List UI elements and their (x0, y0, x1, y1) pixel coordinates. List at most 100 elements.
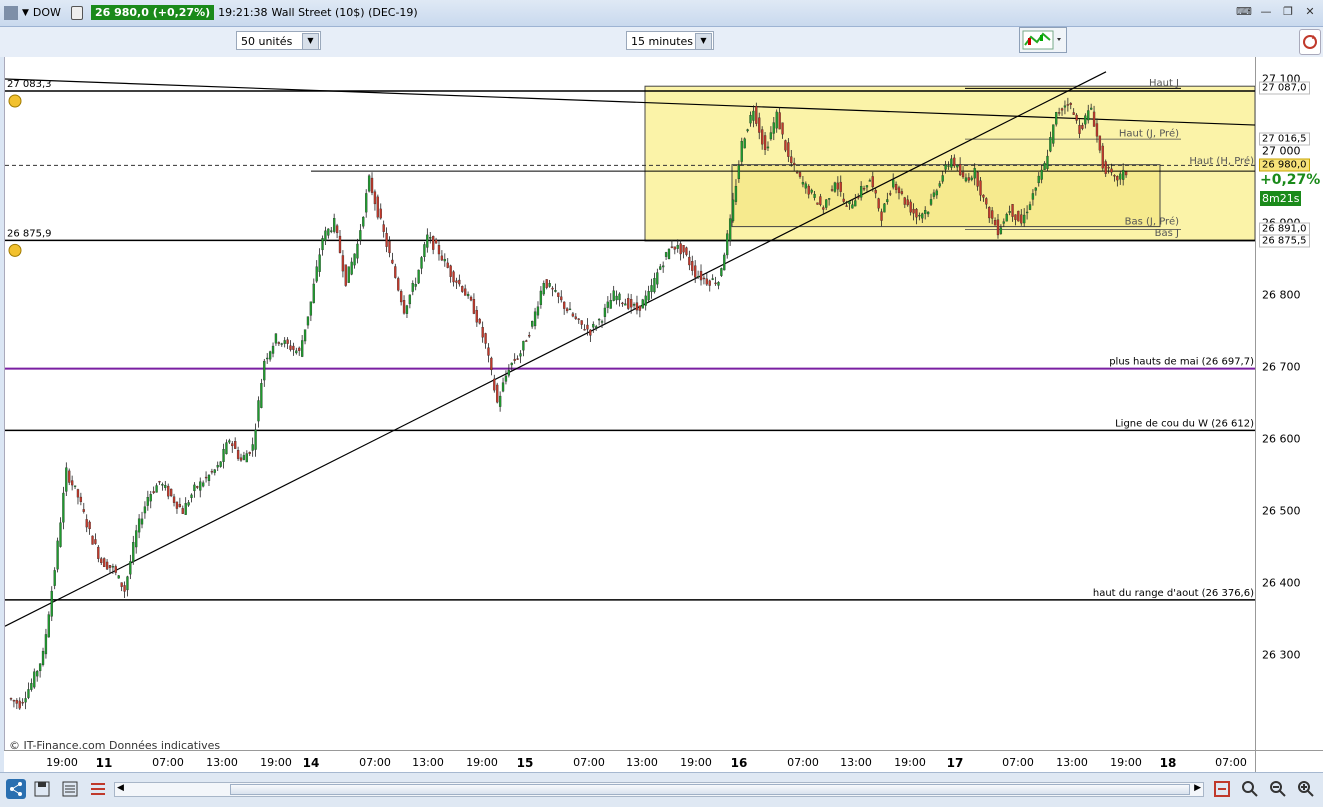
zoom-fit-icon[interactable] (1240, 779, 1260, 799)
candle (726, 233, 729, 256)
bars-icon[interactable] (60, 779, 80, 799)
candle (103, 558, 106, 568)
candle (452, 271, 455, 283)
candle (295, 350, 298, 354)
candle (699, 270, 703, 281)
x-day-label: 16 (730, 756, 748, 770)
candle (234, 441, 237, 449)
x-tick-label: 19:00 (466, 756, 498, 769)
share-icon[interactable] (6, 779, 26, 799)
candle (204, 476, 208, 479)
candle (961, 172, 965, 178)
units-select[interactable]: 50 unités ▼ (236, 31, 321, 50)
drawing-tools-button[interactable] (1019, 27, 1067, 53)
candle (871, 176, 874, 188)
candle (557, 292, 560, 297)
price-chart[interactable]: 27 083,326 875,9plus hauts de mai (26 69… (5, 57, 1256, 750)
symbol-label[interactable]: DOW (33, 6, 61, 19)
candle (731, 199, 735, 222)
keyboard-icon[interactable]: ⌨ (1235, 4, 1253, 20)
candle (36, 670, 39, 677)
candle (1110, 168, 1113, 173)
candle (370, 177, 374, 193)
candle (956, 165, 959, 168)
chevron-down-icon[interactable]: ▼ (302, 33, 319, 50)
candle (801, 182, 805, 185)
candle (123, 585, 126, 592)
candle (367, 175, 371, 192)
candle (65, 467, 68, 492)
time-scrollbar[interactable]: ◀ ▶ (114, 782, 1204, 797)
candle (478, 318, 481, 324)
drawing-list-icon[interactable] (88, 779, 108, 799)
grid-icon[interactable] (4, 5, 18, 20)
price-label: 26 875,5 (1259, 234, 1310, 248)
candle (507, 370, 511, 376)
scroll-thumb[interactable] (230, 784, 1190, 795)
candle (231, 443, 234, 447)
candle (132, 542, 135, 562)
candle (33, 671, 36, 688)
zoom-in-icon[interactable] (1296, 779, 1316, 799)
candle (41, 650, 45, 665)
chevron-right-icon[interactable]: ▶ (1194, 783, 1201, 793)
chart-area[interactable]: 27 083,3 26 875,9 plus hauts de mai (26 69… (4, 57, 1256, 750)
candle (120, 582, 123, 587)
x-day-label: 15 (516, 756, 534, 770)
y-tick-label: 26 800 (1262, 288, 1301, 302)
candle (894, 184, 898, 190)
candle (926, 211, 930, 215)
candle (953, 157, 956, 167)
save-icon[interactable] (32, 779, 52, 799)
time-axis[interactable]: 19:00 11 07:00 13:00 19:00 14 07:00 13:00 19:00 1… (4, 750, 1255, 773)
refresh-button[interactable] (1299, 29, 1321, 55)
lock-icon[interactable] (70, 5, 83, 20)
price-axis[interactable]: 27 10027 00026 90026 80026 70026 60026 5… (1255, 57, 1323, 750)
candle (790, 156, 793, 164)
zone-label: Haut (J, Pré) (1119, 128, 1179, 140)
zoom-out-icon[interactable] (1268, 779, 1288, 799)
candle-countdown: 8m21s (1260, 191, 1302, 207)
candle (18, 700, 21, 709)
candle (723, 254, 726, 271)
candle (696, 276, 700, 278)
candle (254, 429, 257, 450)
close-icon[interactable]: ✕ (1301, 4, 1319, 20)
candle (862, 188, 866, 190)
chevron-left-icon[interactable]: ◀ (117, 783, 124, 793)
candle (531, 321, 534, 327)
candle (734, 186, 738, 202)
candle (536, 306, 540, 316)
candle (793, 162, 796, 165)
candle (175, 501, 179, 509)
chevron-down-icon[interactable]: ▼ (695, 33, 712, 50)
candle (472, 299, 476, 314)
dropdown-caret-icon[interactable]: ▼ (22, 8, 29, 18)
candle (819, 196, 822, 205)
candle (1057, 112, 1061, 114)
candle (169, 488, 173, 497)
candle (85, 519, 88, 528)
level-label: plus hauts de mai (26 697,7) (1109, 357, 1254, 368)
candle (662, 265, 665, 268)
candle (510, 362, 513, 366)
x-day-label: 11 (95, 756, 113, 770)
interval-select[interactable]: 15 minutes ▼ (626, 31, 714, 50)
candle (172, 496, 176, 503)
candle (857, 196, 860, 199)
candle (405, 305, 409, 314)
maximize-icon[interactable]: ❐ (1279, 4, 1297, 20)
candle (755, 105, 758, 124)
candle (466, 293, 470, 297)
y-tick-label: 26 600 (1262, 432, 1301, 446)
candle (795, 171, 799, 174)
candle (1052, 124, 1055, 144)
minimize-icon[interactable]: — (1257, 4, 1275, 20)
candle (306, 316, 310, 326)
settings-icon[interactable] (1212, 779, 1232, 799)
candle (670, 246, 674, 248)
candle (62, 492, 65, 523)
candle (268, 351, 272, 360)
candle (597, 318, 601, 321)
candle (286, 339, 289, 344)
